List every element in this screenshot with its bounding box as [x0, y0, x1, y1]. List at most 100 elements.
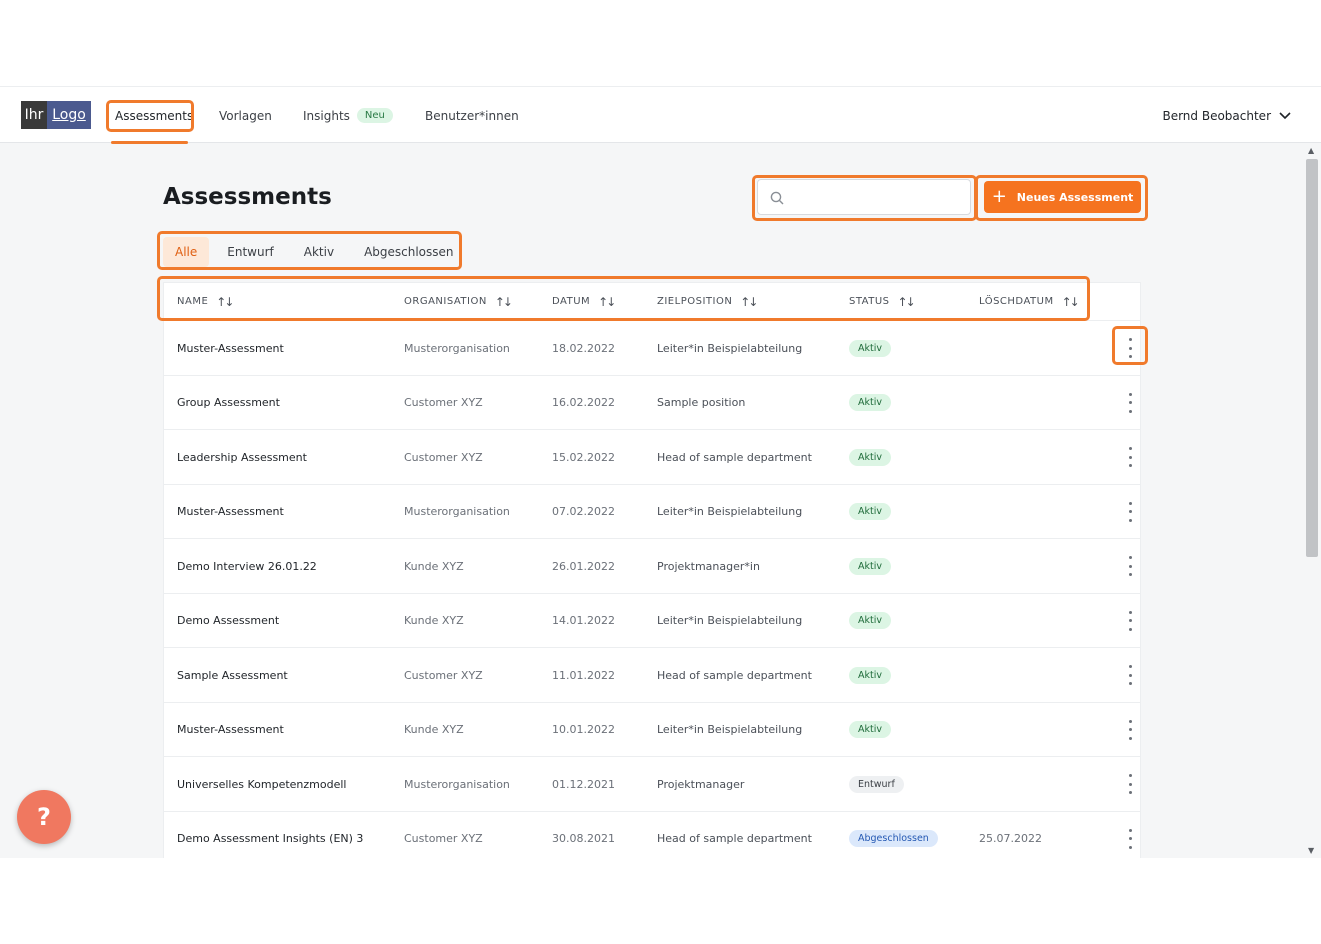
search-input[interactable]: [794, 186, 964, 208]
status-badge: Aktiv: [849, 557, 891, 575]
new-assessment-label: Neues Assessment: [1016, 190, 1134, 204]
cell-datum: 11.01.2022: [552, 668, 615, 682]
new-assessment-button[interactable]: + Neues Assessment: [984, 181, 1141, 213]
cell-organisation: Kunde XYZ: [404, 723, 464, 736]
cell-zielposition: Sample position: [657, 396, 746, 409]
top-navigation-bar: Ihr Logo Assessments Vorlagen Insights N…: [0, 86, 1321, 144]
dot: [1128, 518, 1132, 522]
filter-tab-entwurf[interactable]: Entwurf: [215, 237, 285, 267]
dot: [1128, 556, 1132, 559]
status-badge: Aktiv: [849, 394, 891, 411]
dot: [1128, 673, 1132, 677]
dot: [1128, 392, 1132, 396]
vertical-scrollbar[interactable]: ▲ ▼: [1303, 143, 1321, 858]
column-header-zielposition[interactable]: ZIELPOSITION ↑↓: [657, 283, 758, 321]
row-menu-kebab-icon[interactable]: [1124, 719, 1136, 740]
table-row[interactable]: Sample Assessment Customer XYZ 11.01.2022 H…: [164, 648, 1140, 703]
cell-name: Demo Assessment Insights (EN) 3: [177, 832, 364, 845]
dot: [1128, 682, 1132, 685]
search-icon: [770, 191, 784, 205]
status-badge: Aktiv: [849, 339, 891, 357]
scroll-down-arrow-icon[interactable]: ▼: [1308, 846, 1314, 855]
column-header-status[interactable]: STATUS ↑↓: [849, 283, 916, 321]
scroll-up-arrow-icon[interactable]: ▲: [1308, 146, 1314, 155]
cell-name: Muster-Assessment: [177, 723, 284, 736]
dot: [1128, 845, 1132, 849]
table-row[interactable]: Demo Assessment Insights (EN) 3 Customer …: [164, 812, 1140, 859]
dot: [1128, 828, 1132, 832]
cell-zielposition: Leiter*in Beispielabteilung: [657, 505, 803, 518]
help-button[interactable]: ?: [17, 790, 71, 844]
cell-organisation: Musterorganisation: [404, 505, 510, 518]
dot: [1128, 510, 1132, 513]
cell-status: Aktiv: [849, 321, 891, 375]
row-menu-kebab-icon[interactable]: [1124, 828, 1136, 849]
filter-tab-aktiv[interactable]: Aktiv: [292, 237, 346, 267]
table-row[interactable]: Muster-Assessment Kunde XYZ 10.01.2022 Leit…: [164, 703, 1140, 757]
column-header-organisation[interactable]: ORGANISATION ↑↓: [404, 283, 513, 321]
row-menu-kebab-icon[interactable]: [1124, 392, 1136, 413]
logo-part-1: Ihr: [21, 101, 47, 129]
dot: [1128, 464, 1132, 467]
row-menu-kebab-icon[interactable]: [1124, 447, 1136, 467]
filter-tab-abgeschlossen[interactable]: Abgeschlossen: [352, 237, 465, 267]
cell-name: Demo Interview 26.01.22: [177, 559, 317, 573]
column-header-loeschdatum[interactable]: LÖSCHDATUM ↑↓: [979, 283, 1080, 321]
cell-datum: 18.02.2022: [552, 341, 615, 355]
sort-icon: ↑↓: [216, 295, 234, 309]
table-row[interactable]: Universelles Kompetenzmodell Musterorgani…: [164, 757, 1140, 812]
app-window: Ihr Logo Assessments Vorlagen Insights N…: [0, 86, 1321, 858]
dot: [1128, 627, 1132, 631]
row-menu-kebab-icon[interactable]: [1124, 501, 1136, 522]
cell-status: Entwurf: [849, 757, 904, 811]
table-row[interactable]: Demo Interview 26.01.22 Kunde XYZ 26.01.20…: [164, 539, 1140, 594]
dot: [1128, 355, 1132, 358]
cell-zielposition: Projektmanager: [657, 777, 745, 791]
cell-zielposition: Head of sample department: [657, 832, 812, 845]
cell-name: Universelles Kompetenzmodell: [177, 777, 347, 791]
dot: [1128, 501, 1132, 505]
cell-status: Aktiv: [849, 430, 891, 484]
dot: [1128, 736, 1132, 740]
user-menu[interactable]: Bernd Beobachter: [1162, 87, 1291, 144]
nav-item-vorlagen[interactable]: Vorlagen: [219, 87, 272, 144]
row-menu-kebab-icon[interactable]: [1124, 610, 1136, 631]
row-menu-kebab-icon[interactable]: [1124, 665, 1136, 685]
table-row[interactable]: Demo Assessment Kunde XYZ 14.01.2022 Leiter…: [164, 594, 1140, 648]
dot: [1128, 564, 1132, 568]
table-row[interactable]: Group Assessment Customer XYZ 16.02.2022 Sa…: [164, 376, 1140, 430]
nav-item-label: Benutzer*innen: [425, 108, 519, 123]
nav-item-assessments[interactable]: Assessments: [115, 87, 193, 144]
dot: [1128, 455, 1132, 459]
table-row[interactable]: Muster-Assessment Musterorganisation 07.02…: [164, 485, 1140, 539]
search-box[interactable]: [757, 179, 971, 215]
cell-name: Leadership Assessment: [177, 450, 307, 464]
column-label: ORGANISATION: [404, 296, 487, 307]
cell-name: Demo Assessment: [177, 614, 280, 627]
column-label: DATUM: [552, 296, 591, 307]
filter-tab-alle[interactable]: Alle: [163, 237, 210, 267]
dot: [1128, 338, 1132, 341]
table-row[interactable]: Muster-Assessment Musterorganisation 18.02…: [164, 321, 1140, 376]
column-header-datum[interactable]: DATUM ↑↓: [552, 283, 616, 321]
cell-status: Aktiv: [849, 485, 891, 539]
nav-item-label: Insights: [303, 108, 350, 123]
row-menu-kebab-icon[interactable]: [1124, 338, 1136, 358]
sort-icon: ↑↓: [740, 295, 758, 309]
cell-datum: 07.02.2022: [552, 505, 615, 518]
plus-icon: +: [991, 186, 1007, 207]
nav-item-label: Assessments: [115, 108, 194, 123]
sort-icon: ↑↓: [1061, 295, 1080, 309]
dot: [1128, 791, 1132, 794]
company-logo[interactable]: Ihr Logo: [21, 101, 91, 129]
column-header-name[interactable]: NAME ↑↓: [177, 283, 234, 321]
row-menu-kebab-icon[interactable]: [1124, 556, 1136, 576]
cell-name: Group Assessment: [177, 396, 280, 409]
column-label: STATUS: [849, 296, 890, 307]
nav-item-insights[interactable]: Insights Neu: [303, 87, 393, 144]
table-row[interactable]: Leadership Assessment Customer XYZ 15.02.2…: [164, 430, 1140, 485]
cell-status: Aktiv: [849, 594, 891, 648]
row-menu-kebab-icon[interactable]: [1124, 774, 1136, 794]
scrollbar-thumb[interactable]: [1306, 159, 1318, 557]
nav-item-benutzer[interactable]: Benutzer*innen: [425, 87, 519, 144]
